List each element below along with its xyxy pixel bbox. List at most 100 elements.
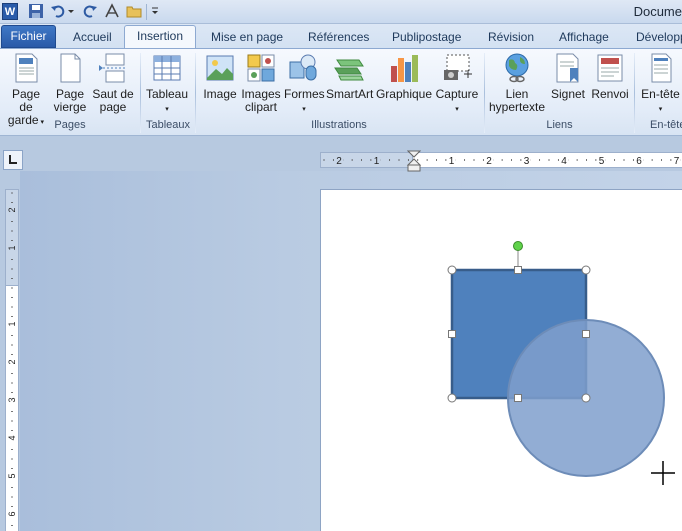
formes-button[interactable]: Formes ▾ bbox=[284, 52, 325, 116]
resize-handle-top-right[interactable] bbox=[581, 265, 591, 275]
signet-button[interactable]: Signet bbox=[549, 52, 587, 101]
ruler-label: 6 bbox=[636, 156, 642, 167]
saut-de-page-label-1: Saut de bbox=[92, 87, 134, 101]
ruler-label: 4 bbox=[561, 156, 567, 167]
image-label: Image bbox=[203, 87, 237, 101]
chart-icon bbox=[391, 55, 418, 82]
clipart-icon bbox=[247, 54, 275, 82]
lien-hypertexte-label-2: hypertexte bbox=[489, 100, 546, 114]
tab-publipostage[interactable]: Publipostage bbox=[392, 28, 461, 48]
tab-insertion[interactable]: Insertion bbox=[124, 25, 196, 49]
tab-references[interactable]: Références bbox=[308, 28, 369, 48]
graphique-label: Graphique bbox=[375, 87, 433, 101]
ruler-label: 6 bbox=[7, 511, 17, 516]
capture-dropdown-icon: ▾ bbox=[455, 106, 459, 113]
image-button[interactable]: Image bbox=[201, 52, 239, 101]
tableau-label: Tableau bbox=[145, 87, 189, 101]
redo-icon[interactable] bbox=[82, 3, 98, 19]
blank-page-icon bbox=[60, 53, 81, 83]
tableau-dropdown-icon: ▾ bbox=[165, 106, 169, 113]
cover-page-icon bbox=[15, 53, 38, 83]
open-folder-icon[interactable] bbox=[126, 3, 142, 19]
resize-handle-top[interactable] bbox=[514, 266, 522, 274]
save-icon[interactable] bbox=[28, 3, 44, 19]
page-vierge-button[interactable]: Page vierge bbox=[52, 52, 88, 114]
resize-handle-bottom-left[interactable] bbox=[447, 393, 457, 403]
tableau-button[interactable]: Tableau ▾ bbox=[145, 52, 189, 116]
formes-dropdown-icon: ▾ bbox=[302, 106, 306, 113]
ruler-label: 4 bbox=[7, 435, 17, 440]
horizontal-ruler-ticks: 2 1 1 2 3 4 5 6 7 bbox=[323, 155, 681, 167]
ruler-label: 2 bbox=[336, 156, 342, 167]
table-icon bbox=[153, 55, 181, 81]
header-icon bbox=[651, 53, 671, 83]
en-tete-dropdown-icon: ▾ bbox=[658, 106, 663, 113]
tab-stop-selector[interactable] bbox=[3, 150, 23, 170]
ribbon-insertion: Page de garde ▾ Page vierge Saut de page… bbox=[0, 48, 682, 136]
page-vierge-label-1: Page bbox=[55, 87, 85, 101]
left-tab-icon bbox=[9, 155, 17, 164]
tab-revision[interactable]: Révision bbox=[488, 28, 534, 48]
en-tete-label: En-tête bbox=[641, 87, 680, 101]
vertical-ruler-ticks: 2 1 1 2 3 4 5 6 bbox=[7, 192, 17, 526]
images-clipart-label-2: clipart bbox=[244, 100, 277, 114]
ribbon-tabs: Fichier Accueil Insertion Mise en page R… bbox=[0, 24, 682, 49]
tab-developpeur[interactable]: Développ bbox=[636, 28, 682, 48]
ruler-label: 2 bbox=[486, 156, 492, 167]
ruler-label: 1 bbox=[7, 245, 17, 250]
tab-affichage[interactable]: Affichage bbox=[559, 28, 609, 48]
formes-label: Formes bbox=[284, 87, 325, 101]
undo-dropdown-icon[interactable] bbox=[67, 3, 75, 19]
smartart-button[interactable]: SmartArt bbox=[326, 52, 374, 101]
group-label-liens: Liens bbox=[546, 119, 573, 131]
images-clipart-label-1: Images bbox=[241, 87, 281, 101]
lien-hypertexte-button[interactable]: Lien hypertexte bbox=[489, 52, 545, 114]
ruler-label: 7 bbox=[674, 156, 680, 167]
page-de-garde-label-1: Page de bbox=[11, 87, 41, 114]
group-label-en-tete: En-tête bbox=[650, 119, 682, 131]
tab-accueil[interactable]: Accueil bbox=[73, 28, 112, 48]
bookmark-icon bbox=[556, 53, 579, 83]
resize-handle-right[interactable] bbox=[582, 330, 590, 338]
graphique-button[interactable]: Graphique bbox=[375, 52, 433, 101]
ruler-label: 5 bbox=[7, 473, 17, 478]
undo-icon[interactable] bbox=[50, 3, 66, 19]
document-title: Docume bbox=[633, 4, 682, 19]
rotation-handle[interactable] bbox=[513, 241, 523, 251]
indent-marker-icon[interactable] bbox=[407, 150, 421, 172]
page-de-garde-button[interactable]: Page de garde ▾ bbox=[4, 52, 48, 129]
saut-de-page-button[interactable]: Saut de page bbox=[92, 52, 134, 114]
ruler-label: 2 bbox=[7, 359, 17, 364]
ruler-label: 3 bbox=[7, 397, 17, 402]
qat-separator bbox=[146, 4, 147, 20]
format-painter-icon[interactable] bbox=[104, 3, 120, 19]
title-bar: W Docume bbox=[0, 0, 682, 24]
page-vierge-label-2: vierge bbox=[53, 100, 87, 114]
capture-label: Capture bbox=[435, 87, 479, 101]
tab-mise-en-page[interactable]: Mise en page bbox=[211, 28, 283, 48]
ruler-label: 1 bbox=[449, 156, 455, 167]
ruler-label: 5 bbox=[599, 156, 605, 167]
lien-hypertexte-label-1: Lien bbox=[505, 87, 529, 101]
group-label-tableaux: Tableaux bbox=[145, 119, 191, 131]
resize-handle-top-left[interactable] bbox=[447, 265, 457, 275]
ruler-label: 1 bbox=[374, 156, 380, 167]
resize-handle-left[interactable] bbox=[448, 330, 456, 338]
smartart-label: SmartArt bbox=[326, 87, 374, 101]
customize-qat-icon[interactable] bbox=[150, 3, 160, 19]
cross-reference-icon bbox=[597, 54, 623, 82]
images-clipart-button[interactable]: Images clipart bbox=[240, 52, 282, 114]
group-label-illustrations: Illustrations bbox=[311, 119, 367, 131]
ruler-label: 3 bbox=[524, 156, 530, 167]
resize-handle-bottom[interactable] bbox=[514, 394, 522, 402]
en-tete-button[interactable]: En-tête ▾ bbox=[639, 52, 682, 116]
capture-button[interactable]: Capture ▾ bbox=[435, 52, 479, 116]
tab-fichier[interactable]: Fichier bbox=[1, 25, 56, 48]
shapes-icon bbox=[289, 54, 317, 81]
renvoi-button[interactable]: Renvoi bbox=[590, 52, 630, 101]
word-logo-icon[interactable]: W bbox=[2, 3, 18, 20]
resize-handle-bottom-right[interactable] bbox=[581, 393, 591, 403]
ruler-label: 2 bbox=[7, 207, 17, 212]
group-separator bbox=[634, 53, 635, 133]
signet-label: Signet bbox=[550, 87, 586, 101]
